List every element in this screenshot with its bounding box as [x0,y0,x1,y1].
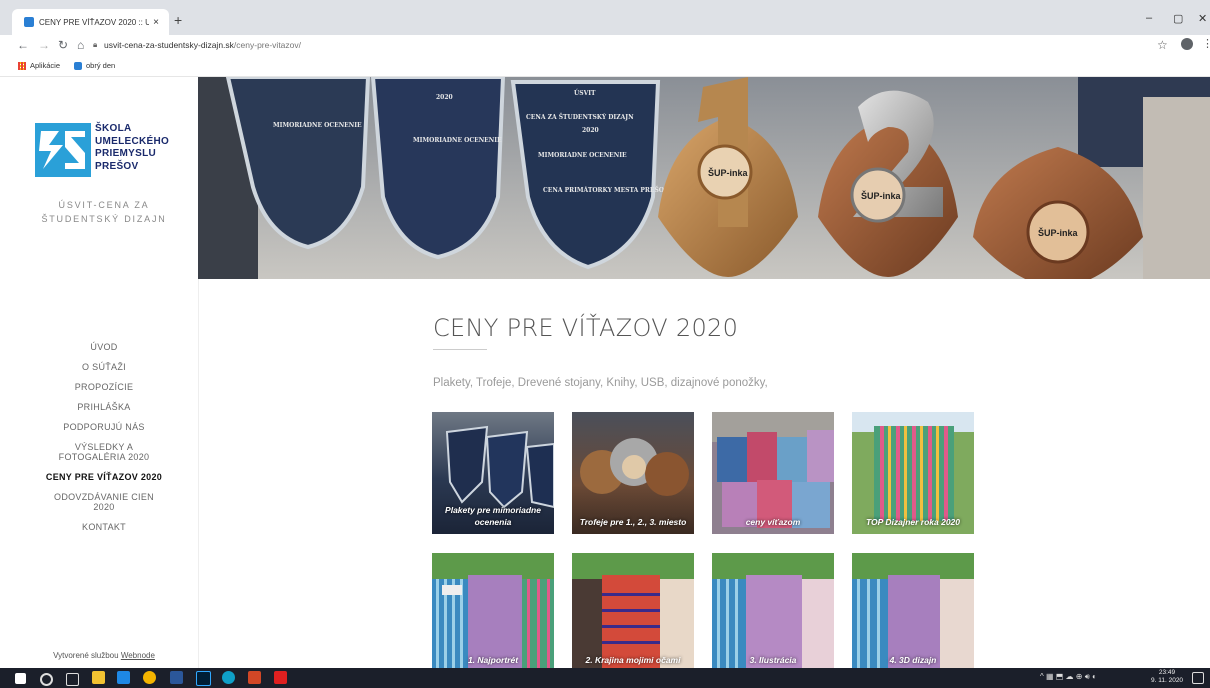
apps-grid-icon [18,61,26,70]
tile-caption: TOP Dizajner roka 2020 [865,517,961,527]
svg-text:ŠUP-inka: ŠUP-inka [861,190,902,201]
hero-photo: MIMORIADNE OCENENIE MIMORIADNE OCENENIE … [198,77,1210,279]
powerpoint-icon[interactable] [248,671,261,684]
tile-caption: 2. Krajina mojimi očami [585,655,681,665]
svg-text:CENA ZA ŠTUDENTSKÝ DIZAJN: CENA ZA ŠTUDENTSKÝ DIZAJN [526,113,634,121]
task-view-icon[interactable] [66,673,79,686]
back-icon[interactable]: ← [17,38,29,52]
svg-text:ŠUP-inka: ŠUP-inka [708,167,749,178]
tile-photo [852,553,974,668]
bookmark-item[interactable]: obrý den [74,61,115,70]
gallery-tile-najportret[interactable]: 1. Najportrét [432,553,554,668]
page-title: CENY PRE VÍŤAZOV 2020 [433,314,739,342]
logo-text: ŠKOLA UMELECKÉHO PRIEMYSLU PREŠOV [95,123,170,172]
chrome-icon[interactable] [143,671,156,684]
menu-item-uvod[interactable]: ÚVOD [20,342,188,352]
menu-item-propozicie[interactable]: PROPOZÍCIE [20,382,188,392]
svg-text:MIMORIADNE OCENENIE: MIMORIADNE OCENENIE [273,122,362,129]
acrobat-icon[interactable] [274,671,287,684]
school-logo[interactable]: ŠKOLA UMELECKÉHO PRIEMYSLU PREŠOV [35,123,175,183]
page-subtitle: Plakety, Trofeje, Drevené stojany, Knihy… [433,377,768,389]
bookmark-label: obrý den [86,61,116,70]
tile-caption: 3. Ilustrácia [749,655,797,665]
forward-icon[interactable]: → [38,38,50,52]
new-tab-icon[interactable]: + [174,12,182,28]
profile-icon[interactable] [1181,38,1193,50]
svg-text:MIMORIADNE OCENENIE: MIMORIADNE OCENENIE [413,137,502,144]
windows-start-icon[interactable] [15,673,26,684]
gallery-tile-plakety[interactable]: Plakety pre mimoriadne ocenenia [432,412,554,534]
tile-photo [432,553,554,668]
svg-text:2020: 2020 [436,94,453,101]
notifications-icon[interactable] [1192,672,1204,684]
bookmark-star-icon[interactable]: ☆ [1157,38,1168,52]
bookmarks-bar [0,57,1210,77]
gallery-tile-ceny[interactable]: ceny víťazom [712,412,834,534]
reload-icon[interactable]: ↻ [58,38,68,52]
menu-icon[interactable]: ⋮ [1202,37,1210,50]
webnode-link[interactable]: Webnode [121,651,155,660]
url-field[interactable]: usvit-cena-za-studentsky-dizajn.sk/ceny-… [104,40,301,50]
gallery-tile-ilustracia[interactable]: 3. Ilustrácia [712,553,834,668]
svg-text:2020: 2020 [582,127,599,134]
menu-item-prihlaska[interactable]: PRIHLÁŠKA [20,402,188,412]
edge-icon[interactable] [222,671,235,684]
bookmark-icon [74,61,82,70]
tile-photo [712,553,834,668]
menu-item-o-sutazi[interactable]: O SÚŤAŽI [20,362,188,372]
svg-text:CENA PRIMÁTORKY MESTA PREŠOV: CENA PRIMÁTORKY MESTA PREŠOV [543,186,669,194]
tab-close-icon[interactable]: × [149,17,163,28]
gallery-tile-krajina[interactable]: 2. Krajina mojimi očami [572,553,694,668]
footer-note: Vytvorené službou Webnode [53,651,155,660]
home-icon[interactable]: ⌂ [77,38,84,52]
logo-mark-icon [35,123,91,177]
tile-photo [572,553,694,668]
bookmark-label: Aplikácie [30,61,61,70]
hero-image: MIMORIADNE OCENENIE MIMORIADNE OCENENIE … [198,77,1210,279]
menu-item-podporuju-nas[interactable]: PODPORUJÚ NÁS [20,422,188,432]
title-divider [433,349,487,350]
close-window-icon[interactable]: ✕ [1198,12,1207,25]
system-tray[interactable]: ^ ▦ ⬒ ☁ ⊕ 🔊︎ ◐ [1040,672,1097,682]
lock-icon[interactable]: 🔒︎ [93,40,97,50]
menu-item-vysledky[interactable]: VÝSLEDKY A FOTOGALÉRIA 2020 [54,442,154,462]
tile-caption: 1. Najportrét [467,655,519,665]
tile-caption: ceny víťazom [745,517,801,527]
tab-title: CENY PRE VÍŤAZOV 2020 :: Usvit [39,17,149,27]
svg-text:ÚSVIT: ÚSVIT [574,89,596,97]
svg-text:ŠUP-inka: ŠUP-inka [1038,227,1079,238]
file-explorer-icon[interactable] [92,671,105,684]
site-tagline: ÚSVIT-CENA ZA ŠTUDENTSKÝ DIZAJN [41,200,167,224]
gallery-tile-trofeje[interactable]: Trofeje pre 1., 2., 3. miesto [572,412,694,534]
gallery-tile-top-dizajner[interactable]: TOP Dizajner roka 2020 [852,412,974,534]
tile-caption: 4. 3D dizajn [889,655,937,665]
favicon-icon [24,17,34,27]
sidebar-menu: ÚVOD O SÚŤAŽI PROPOZÍCIE PRIHLÁŠKA PODPO… [20,342,188,542]
taskbar-clock[interactable]: 23:49 9. 11. 2020 [1151,669,1183,685]
tile-caption: Trofeje pre 1., 2., 3. miesto [579,517,687,527]
bookmark-apps[interactable]: Aplikácie [18,61,60,70]
skype-icon[interactable] [117,671,130,684]
word-icon[interactable] [170,671,183,684]
browser-tab[interactable]: CENY PRE VÍŤAZOV 2020 :: Usvit × [12,9,169,35]
svg-text:MIMORIADNE OCENENIE: MIMORIADNE OCENENIE [538,152,627,159]
tile-caption: Plakety pre mimoriadne ocenenia [445,505,541,527]
menu-item-odovzdavanie[interactable]: ODOVZDÁVANIE CIEN 2020 [49,492,159,512]
gallery-tile-3d-dizajn[interactable]: 4. 3D dizajn [852,553,974,668]
maximize-icon[interactable]: ▢ [1173,12,1183,25]
search-icon[interactable] [40,673,53,686]
menu-item-kontakt[interactable]: KONTAKT [20,522,188,532]
minimize-icon[interactable]: – [1146,12,1152,24]
menu-item-ceny[interactable]: CENY PRE VÍŤAZOV 2020 [20,472,188,482]
photoshop-icon[interactable] [196,671,211,686]
